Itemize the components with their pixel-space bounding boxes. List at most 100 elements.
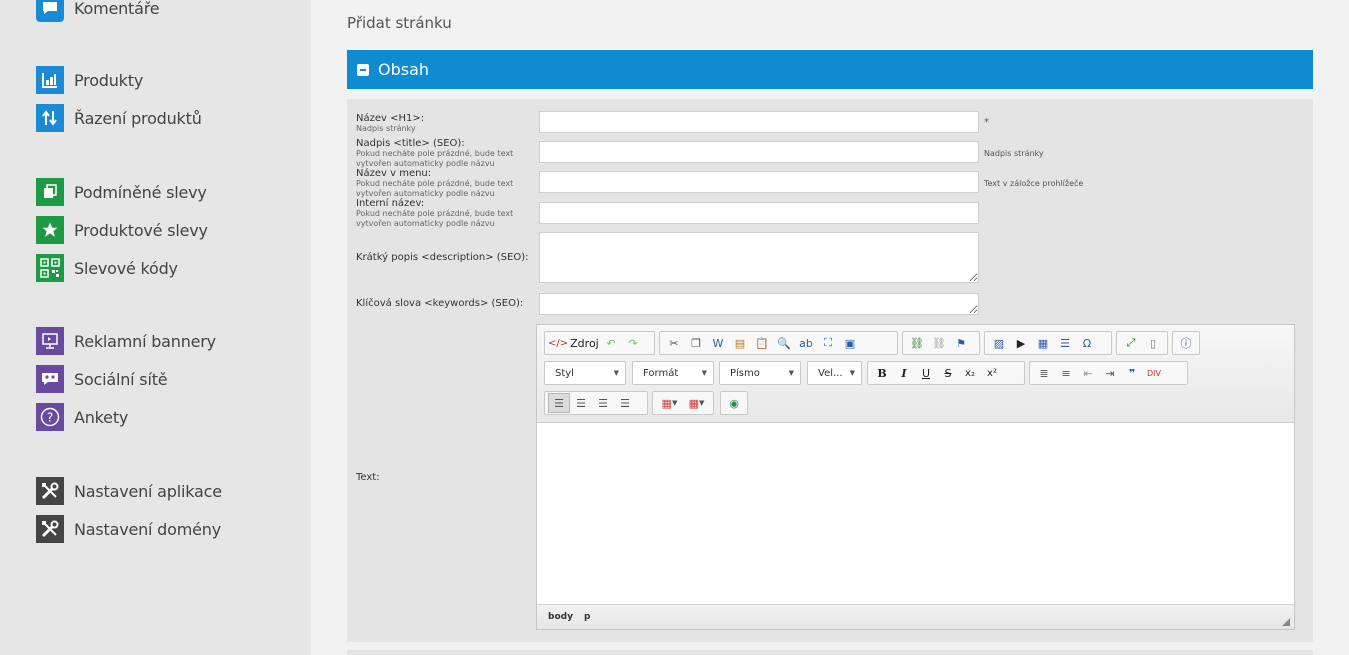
anchor-icon[interactable]: ⚑ (950, 333, 972, 353)
internal-name-sublabel: Pokud necháte pole prázdné, bude text vy… (356, 209, 514, 228)
chevron-down-icon: ▼ (788, 369, 794, 377)
font-combo[interactable]: Písmo ▼ (719, 361, 801, 385)
sidebar-item-products[interactable]: Produkty (36, 66, 143, 94)
table-icon[interactable]: ▦ (1032, 333, 1054, 353)
align-center-icon[interactable]: ☰ (570, 393, 592, 413)
tools-icon (36, 515, 64, 543)
products-chart-icon (36, 66, 64, 94)
sidebar-item-discount-codes[interactable]: Slevové kódy (36, 254, 178, 282)
path-body[interactable]: body (548, 612, 573, 622)
social-people-icon (36, 365, 64, 393)
collapse-icon[interactable] (357, 63, 369, 76)
question-icon: ? (36, 403, 64, 431)
text-color-icon[interactable]: ▦ ▼ (656, 393, 683, 413)
paste-word-icon[interactable]: W (707, 333, 729, 353)
link-icon[interactable]: ⛓ (906, 333, 928, 353)
copy-icon[interactable]: ❐ (685, 333, 707, 353)
blockquote-icon[interactable]: ❞ (1121, 363, 1143, 383)
content-form: Název <H1>: Nadpis stránky * Nadpis <tit… (347, 99, 1313, 642)
image-icon[interactable]: ▨ (988, 333, 1010, 353)
chevron-down-icon: ▼ (701, 369, 707, 377)
description-textarea[interactable] (539, 232, 979, 283)
keywords-textarea[interactable] (539, 293, 979, 315)
tools-icon (36, 477, 64, 505)
comment-icon (36, 0, 64, 22)
undo-icon[interactable]: ↶ (600, 333, 622, 353)
cut-icon[interactable]: ✂ (663, 333, 685, 353)
paste-icon[interactable]: 📋 (751, 333, 773, 353)
menu-name-hint: Text v záložce prohlížeče (984, 179, 1084, 188)
section-header-content[interactable]: Obsah (347, 50, 1313, 89)
subscript-icon[interactable]: x₂ (959, 363, 981, 383)
menu-name-label: Název v menu: (356, 168, 432, 179)
banner-monitor-icon (36, 327, 64, 355)
internal-name-input[interactable] (539, 202, 979, 224)
globe-icon[interactable]: ◉ (724, 393, 744, 413)
underline-button[interactable]: U (915, 363, 937, 383)
bold-button[interactable]: B (871, 363, 893, 383)
youtube-icon[interactable]: ▶ (1010, 333, 1032, 353)
keywords-label: Klíčová slova <keywords> (SEO): (356, 298, 524, 309)
align-left-icon[interactable]: ☰ (548, 393, 570, 413)
title-label: Nadpis <title> (SEO): (356, 138, 465, 149)
italic-button[interactable]: I (893, 363, 915, 383)
sidebar-item-product-discounts[interactable]: Produktové slevy (36, 216, 208, 244)
sidebar-item-conditional-discounts[interactable]: Podmíněné slevy (36, 178, 207, 206)
next-section-edge (347, 650, 1313, 655)
redo-icon[interactable]: ↷ (622, 333, 644, 353)
find-icon[interactable]: 🔍 (773, 333, 795, 353)
indent-icon[interactable]: ⇥ (1099, 363, 1121, 383)
description-label: Krátký popis <description> (SEO): (356, 252, 529, 263)
select-all-icon[interactable]: ⛶ (817, 333, 839, 353)
sidebar-item-social-networks[interactable]: Sociální sítě (36, 365, 168, 393)
replace-icon[interactable]: ab (795, 333, 817, 353)
page-title: Přidat stránku (347, 14, 452, 32)
style-combo[interactable]: Styl ▼ (544, 361, 626, 385)
sidebar-item-comments[interactable]: Komentáře (36, 0, 160, 22)
align-right-icon[interactable]: ☰ (592, 393, 614, 413)
format-combo[interactable]: Formát ▼ (632, 361, 714, 385)
main-content: Přidat stránku Obsah Název <H1>: Nadpis … (311, 0, 1349, 655)
editor-toolbar: </> Zdroj ↶ ↷ ✂ ❐ W ▤ 📋 🔍 ab ⛶ ▣ ⛓ ⛓ ⚑ ▨… (537, 325, 1294, 423)
editor-body[interactable] (537, 423, 1294, 604)
h1-sublabel: Nadpis stránky (356, 124, 416, 133)
superscript-icon[interactable]: x² (981, 363, 1003, 383)
path-p[interactable]: p (584, 612, 590, 622)
size-combo[interactable]: Vel... ▼ (807, 361, 862, 385)
rich-text-editor: </> Zdroj ↶ ↷ ✂ ❐ W ▤ 📋 🔍 ab ⛶ ▣ ⛓ ⛓ ⚑ ▨… (536, 324, 1295, 630)
bullet-list-icon[interactable]: ≡ (1055, 363, 1077, 383)
about-icon[interactable]: ⓘ (1176, 333, 1196, 353)
numbered-list-icon[interactable]: ≣ (1033, 363, 1055, 383)
strikethrough-button[interactable]: S (937, 363, 959, 383)
sidebar-item-polls[interactable]: ? Ankety (36, 403, 128, 431)
maximize-icon[interactable]: ⤢ (1120, 333, 1142, 353)
editor-path-bar: body p (537, 604, 1294, 629)
sidebar-item-domain-settings[interactable]: Nastavení domény (36, 515, 221, 543)
title-input[interactable] (539, 141, 979, 163)
internal-name-label: Interní název: (356, 198, 425, 209)
menu-name-input[interactable] (539, 171, 979, 193)
sidebar-item-app-settings[interactable]: Nastavení aplikace (36, 477, 222, 505)
spellcheck-icon[interactable]: ▣ (839, 333, 861, 353)
paste-text-icon[interactable]: ▤ (729, 333, 751, 353)
sort-arrows-icon (36, 104, 64, 132)
required-marker: * (984, 117, 989, 128)
special-char-icon[interactable]: Ω (1076, 333, 1098, 353)
horizontal-rule-icon[interactable]: ☰ (1054, 333, 1076, 353)
background-color-icon[interactable]: ▦ ▼ (683, 393, 710, 413)
h1-input[interactable] (539, 111, 979, 133)
source-icon: </> (548, 337, 569, 349)
resize-handle-icon[interactable] (1282, 618, 1290, 626)
show-blocks-icon[interactable]: ▯ (1142, 333, 1164, 353)
sidebar: Komentáře Produkty Řazení produktů Podmí… (0, 0, 311, 655)
unlink-icon[interactable]: ⛓ (928, 333, 950, 353)
title-sublabel: Pokud necháte pole prázdné, bude text vy… (356, 149, 514, 168)
sidebar-item-product-sorting[interactable]: Řazení produktů (36, 104, 202, 132)
outdent-icon[interactable]: ⇤ (1077, 363, 1099, 383)
sidebar-item-banners[interactable]: Reklamní bannery (36, 327, 216, 355)
source-button[interactable]: </> Zdroj (548, 333, 600, 353)
svg-text:?: ? (47, 411, 53, 425)
qr-code-icon (36, 254, 64, 282)
align-justify-icon[interactable]: ☰ (614, 393, 636, 413)
create-div-icon[interactable]: DIV (1143, 363, 1165, 383)
